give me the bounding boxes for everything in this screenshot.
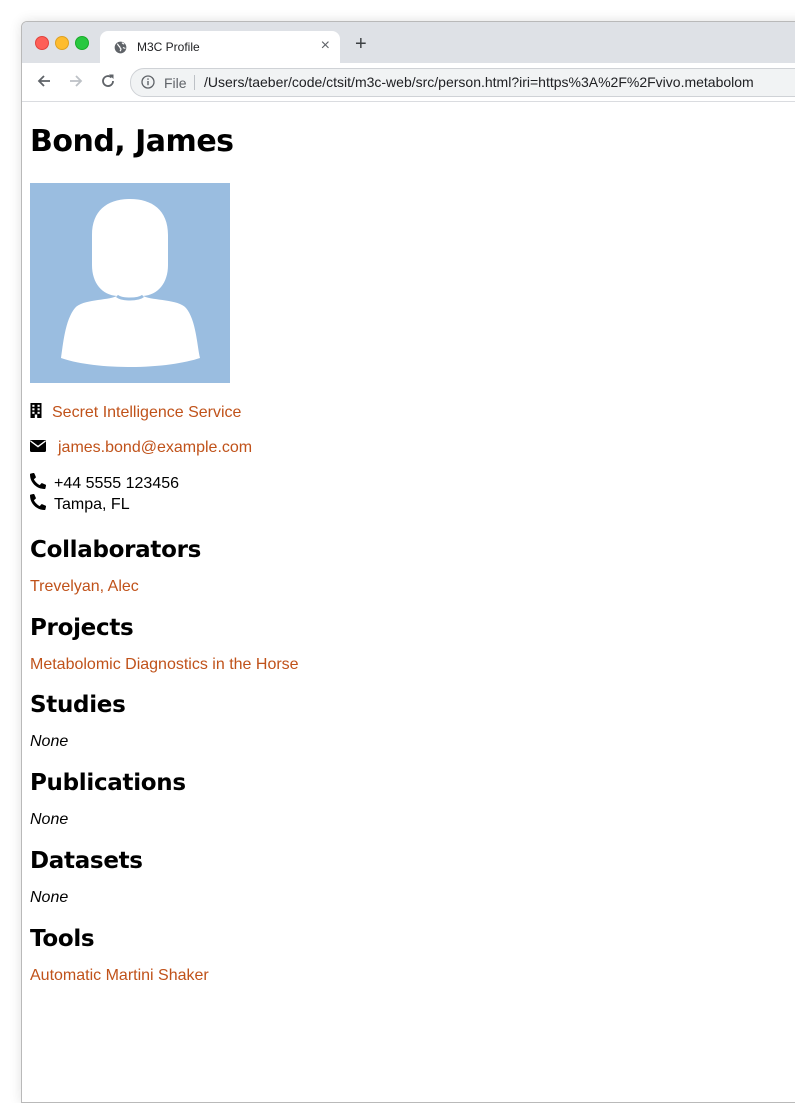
url-text[interactable]: /Users/taeber/code/ctsit/m3c-web/src/per… — [204, 74, 754, 90]
projects-list: Metabolomic Diagnostics in the Horse — [30, 656, 795, 674]
organization-row: Secret Intelligence Service — [30, 403, 795, 423]
close-window-button[interactable] — [35, 36, 49, 50]
browser-window: M3C Profile × + File /Users/taeber/code/… — [21, 21, 795, 1103]
project-link[interactable]: Metabolomic Diagnostics in the Horse — [30, 656, 299, 673]
omnibox-divider — [194, 75, 195, 90]
building-icon — [30, 403, 44, 423]
phone-row: +44 5555 123456 — [30, 472, 795, 494]
datasets-empty: None — [30, 889, 69, 906]
organization-link[interactable]: Secret Intelligence Service — [52, 404, 241, 422]
email-link[interactable]: james.bond@example.com — [58, 439, 252, 457]
envelope-icon — [30, 439, 46, 457]
info-icon[interactable] — [141, 75, 155, 94]
scheme-label: File — [164, 75, 187, 91]
phone-icon — [30, 493, 47, 515]
avatar — [30, 183, 230, 383]
section-title-collaborators: Collaborators — [30, 537, 202, 563]
page-title: Bond, James — [30, 124, 234, 159]
globe-icon — [114, 41, 127, 59]
page-content: Bond, James Secret Intelligence Service — [22, 102, 795, 985]
location-row: Tampa, FL — [30, 493, 795, 515]
new-tab-button[interactable]: + — [355, 34, 367, 54]
email-row: james.bond@example.com — [30, 439, 795, 457]
section-title-datasets: Datasets — [30, 848, 143, 874]
studies-empty: None — [30, 733, 69, 750]
zoom-window-button[interactable] — [75, 36, 89, 50]
title-bar: M3C Profile × + — [22, 22, 795, 63]
forward-arrow-icon[interactable] — [68, 73, 84, 94]
phone-number: +44 5555 123456 — [54, 474, 180, 492]
tab-m3c-profile[interactable]: M3C Profile × — [100, 31, 340, 63]
location-text: Tampa, FL — [54, 495, 130, 513]
back-arrow-icon[interactable] — [36, 73, 52, 94]
collaborator-link[interactable]: Trevelyan, Alec — [30, 578, 139, 595]
section-title-publications: Publications — [30, 770, 186, 796]
tool-link[interactable]: Automatic Martini Shaker — [30, 967, 209, 984]
section-title-projects: Projects — [30, 615, 134, 641]
address-bar[interactable]: File /Users/taeber/code/ctsit/m3c-web/sr… — [130, 68, 795, 97]
section-title-studies: Studies — [30, 692, 126, 718]
collaborators-list: Trevelyan, Alec — [30, 578, 795, 596]
publications-empty: None — [30, 811, 69, 828]
minimize-window-button[interactable] — [55, 36, 69, 50]
reload-icon[interactable] — [100, 73, 116, 94]
section-title-tools: Tools — [30, 926, 95, 952]
browser-toolbar: File /Users/taeber/code/ctsit/m3c-web/sr… — [22, 63, 795, 102]
tab-title: M3C Profile — [137, 40, 200, 54]
phone-icon — [30, 472, 47, 494]
tab-close-button[interactable]: × — [321, 37, 330, 55]
tools-list: Automatic Martini Shaker — [30, 967, 795, 985]
